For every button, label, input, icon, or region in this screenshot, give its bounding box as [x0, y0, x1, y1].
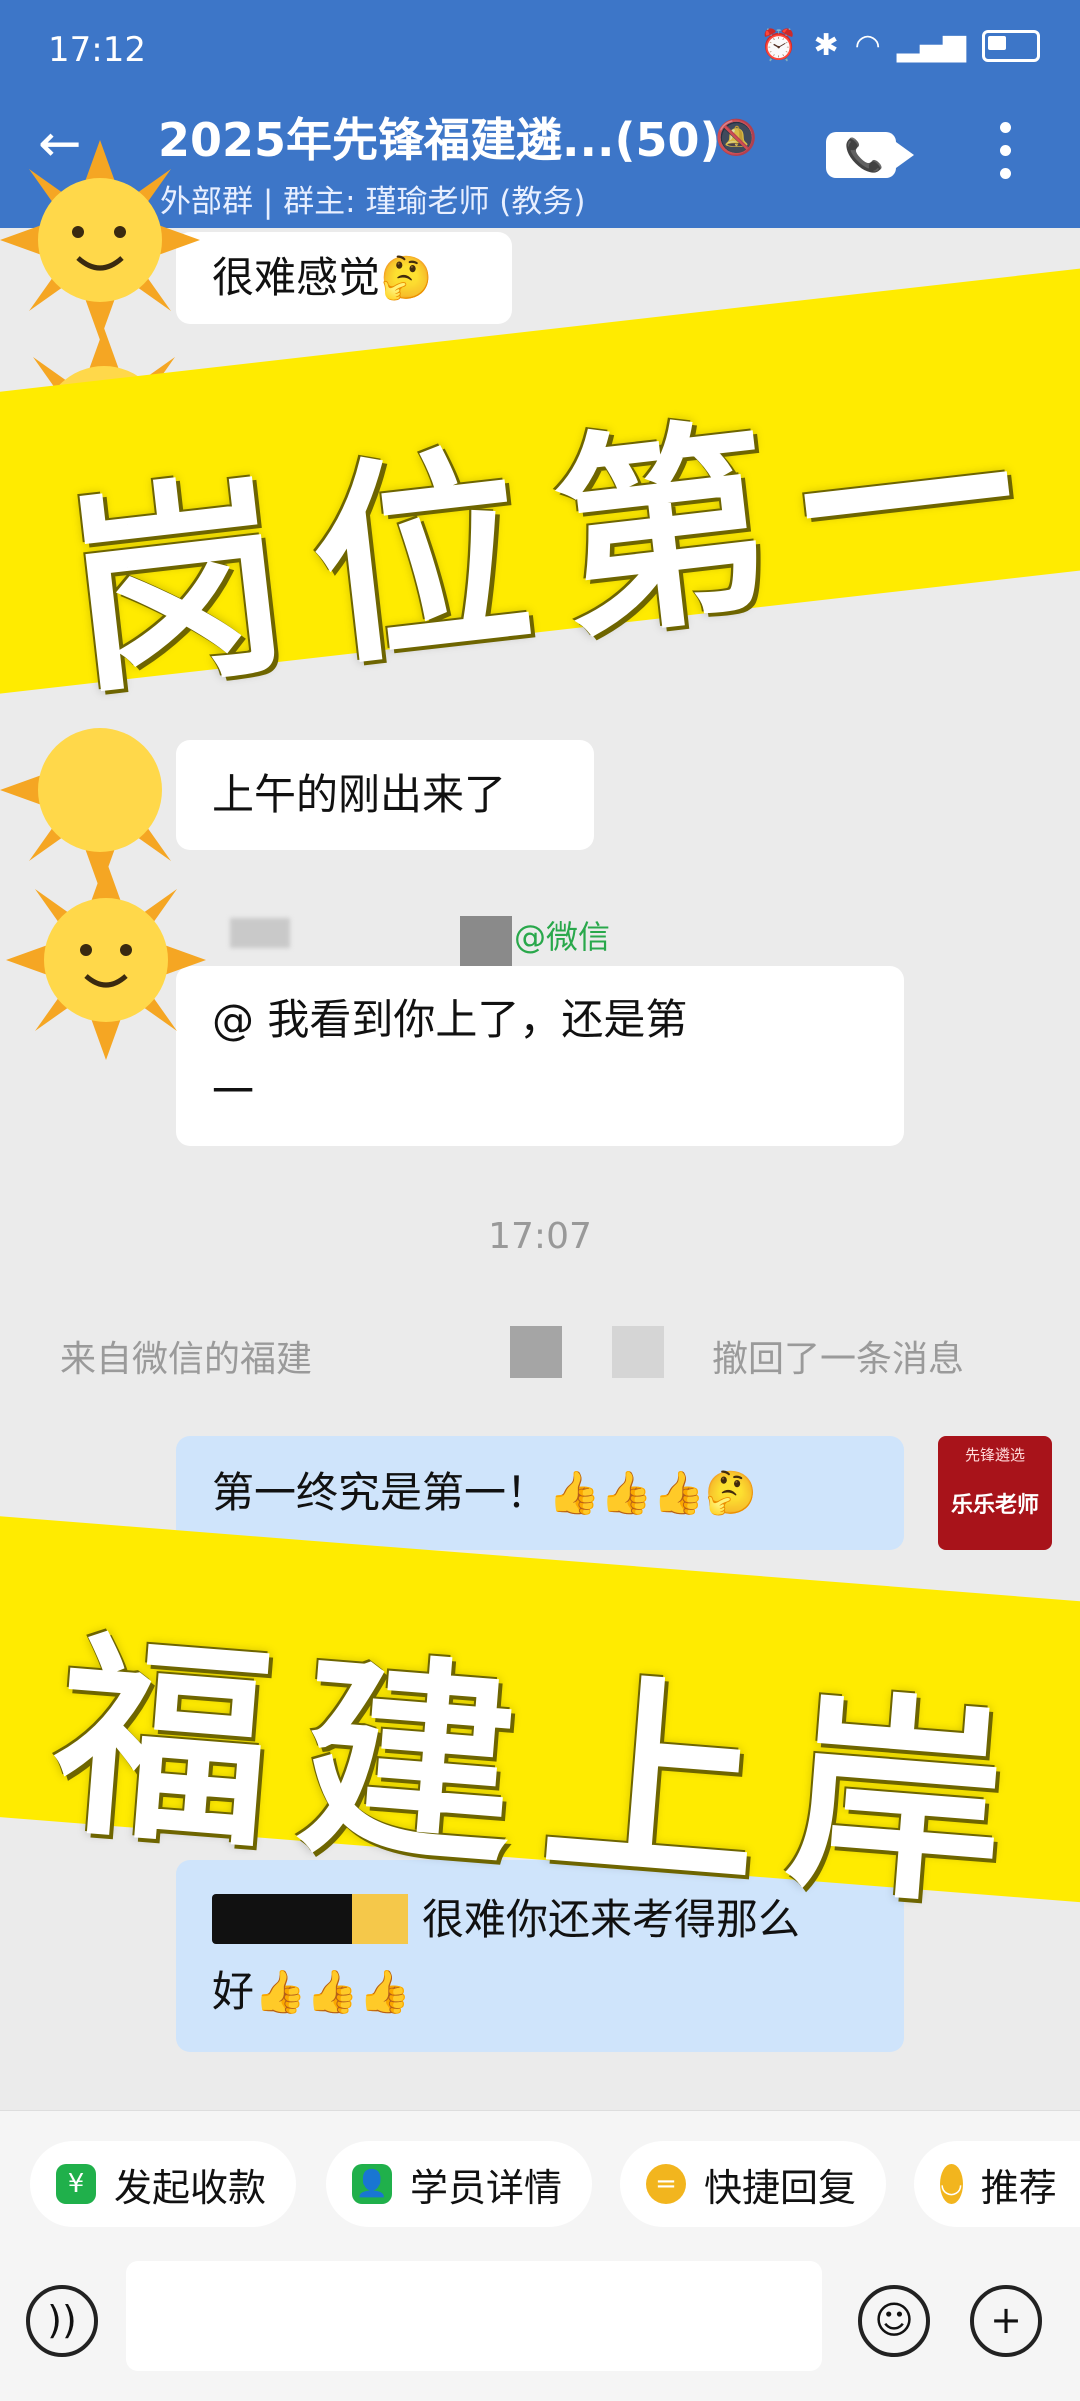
chat-title: 2025年先锋福建遴...(50) [158, 113, 721, 167]
video-call-icon[interactable]: 📞 [826, 132, 914, 178]
message-text: 一 [212, 1067, 255, 1116]
bottom-toolbar: ¥ 发起收款 👤 学员详情 = 快捷回复 ◡ 推荐 )) ☺ + [0, 2110, 1080, 2401]
emoji-icon[interactable]: ☺ [858, 2285, 930, 2357]
avatar-name: 乐乐老师 [950, 1493, 1039, 1518]
wifi-icon: ◠ [854, 28, 881, 63]
quick-action-student-details[interactable]: 👤 学员详情 [326, 2141, 593, 2227]
message-bubble[interactable]: @ 我看到你上了，还是第 一 [176, 966, 904, 1146]
status-icons: ⏰ ✱ ◠ ▂▄▆ [760, 28, 1040, 63]
sun-avatar-icon [0, 140, 200, 340]
user-details-icon: 👤 [352, 2164, 392, 2204]
message-text: 第一终究是第一！👍👍👍🤔 [212, 1468, 758, 1517]
mute-bell-icon: 🔕 [715, 118, 758, 158]
quick-action-label: 发起收款 [114, 2165, 267, 2210]
recommend-icon: ◡ [940, 2164, 963, 2204]
status-time: 17:12 [48, 30, 146, 70]
more-options-icon[interactable] [1000, 122, 1012, 191]
add-attachment-icon[interactable]: + [970, 2285, 1042, 2357]
battery-icon [982, 29, 1040, 62]
message-bubble[interactable]: 上午的刚出来了 [176, 740, 594, 850]
message-text: 很难感觉🤔 [212, 253, 433, 302]
sender-tag-redacted [460, 916, 512, 966]
sun-avatar-icon [6, 860, 206, 1060]
message-text: 上午的刚出来了 [212, 770, 507, 819]
time-divider: 17:07 [488, 1216, 592, 1257]
blurred-sender-name [230, 918, 290, 948]
quick-action-quick-reply[interactable]: = 快捷回复 [620, 2141, 887, 2227]
bluetooth-icon: ✱ [813, 28, 839, 63]
quick-action-payment[interactable]: ¥ 发起收款 [30, 2141, 297, 2227]
voice-input-icon[interactable]: )) [26, 2285, 98, 2357]
quick-action-label: 学员详情 [410, 2165, 563, 2210]
redacted-block [612, 1326, 664, 1378]
my-message-bubble[interactable]: 第一终究是第一！👍👍👍🤔 [176, 1436, 904, 1550]
redacted-block [510, 1326, 562, 1378]
quick-action-label: 推荐 [980, 2165, 1057, 2210]
quick-reply-icon: = [646, 2164, 686, 2204]
banner-text: 福建上岸 [46, 1608, 1044, 1938]
message-input[interactable] [126, 2261, 822, 2371]
message-bubble[interactable]: 很难感觉🤔 [176, 232, 512, 324]
sender-source: @微信 [514, 918, 611, 956]
message-text: 好👍👍👍 [212, 1967, 411, 2016]
message-text: @ 我看到你上了，还是第 [212, 995, 688, 1044]
payment-icon: ¥ [56, 2164, 96, 2204]
chat-subtitle: 外部群 | 群主: 瑾瑜老师 (教务) [160, 184, 586, 220]
overlay-banner-bottom: 福建上岸 [0, 1512, 1080, 1938]
quick-action-recommend[interactable]: ◡ 推荐 [914, 2141, 1080, 2227]
alarm-icon: ⏰ [760, 28, 798, 63]
redacted-mention-tail [352, 1894, 408, 1944]
my-avatar[interactable]: 先锋遴选 乐乐老师 [938, 1436, 1052, 1550]
quick-action-label: 快捷回复 [704, 2165, 857, 2210]
signal-icon: ▂▄▆ [896, 28, 966, 63]
avatar-logo: 先锋遴选 [964, 1446, 1025, 1464]
